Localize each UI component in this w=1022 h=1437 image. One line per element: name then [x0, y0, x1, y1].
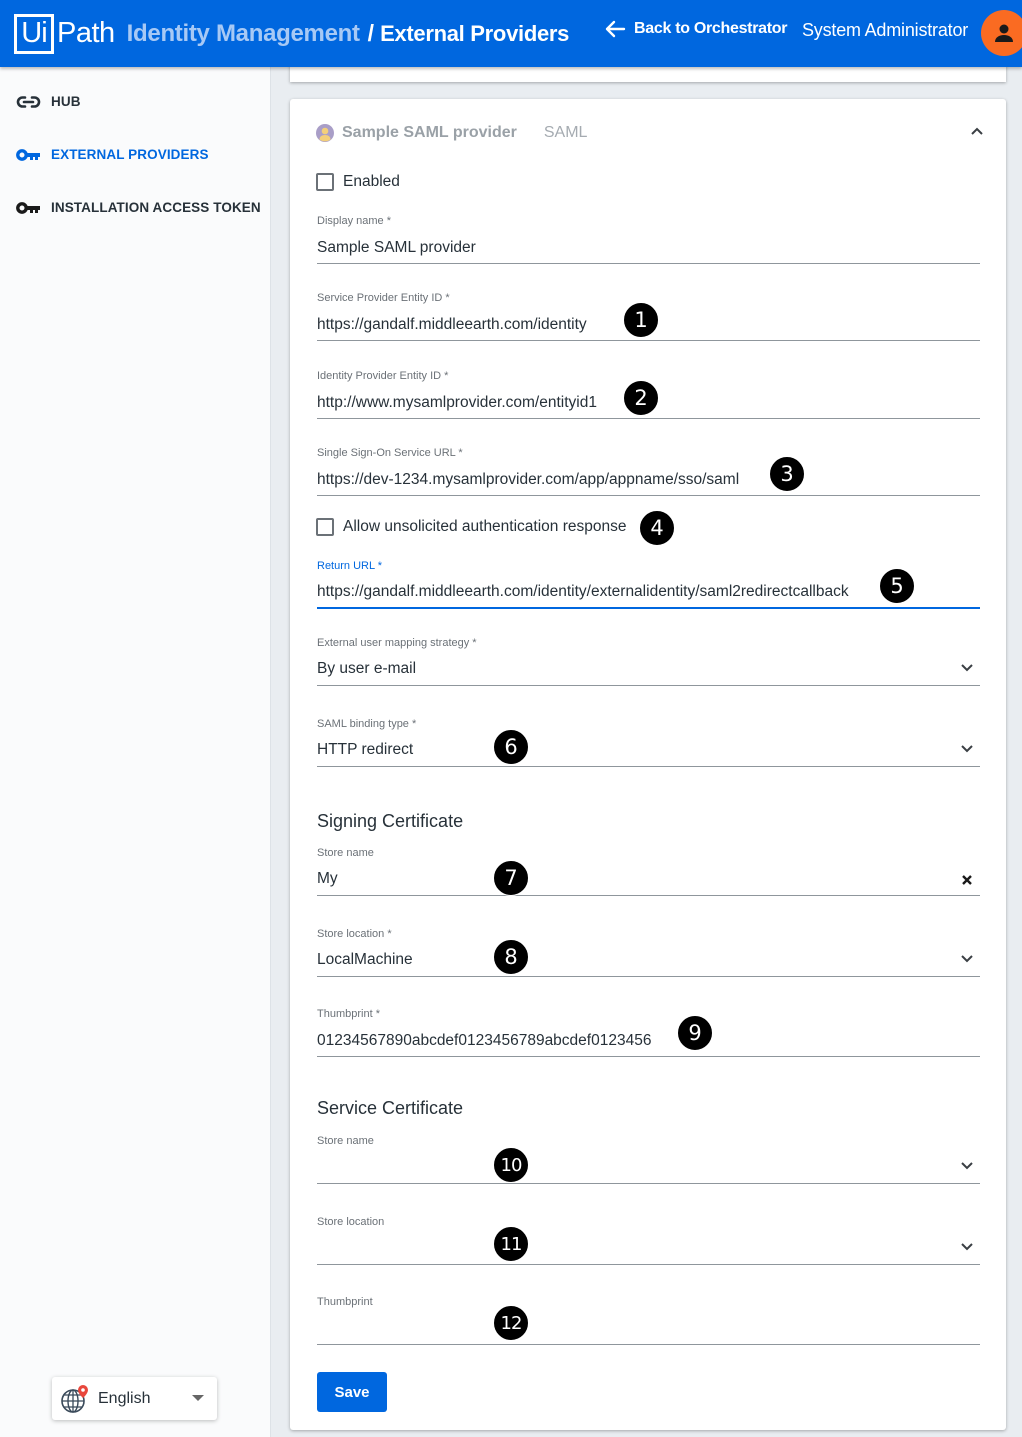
mapping-strategy-label: External user mapping strategy *	[317, 637, 477, 649]
service-store-name-select[interactable]	[317, 1155, 980, 1184]
top-bar: Ui Path Identity Management / External P…	[0, 0, 1022, 67]
signing-store-location-select[interactable]: LocalMachine	[317, 948, 980, 977]
signing-store-name-label: Store name	[317, 847, 374, 859]
breadcrumb-page: External Providers	[380, 20, 570, 46]
callout-marker-2: 2	[623, 380, 659, 416]
provider-type: SAML	[543, 124, 588, 141]
callout-marker-8: 8	[493, 939, 529, 975]
sidebar-item-label: INSTALLATION ACCESS TOKEN	[51, 200, 261, 215]
enabled-checkbox[interactable]	[316, 173, 334, 191]
sidebar-item-installation-access-token[interactable]: INSTALLATION ACCESS TOKEN	[16, 200, 261, 215]
signing-store-name-select[interactable]: My	[317, 867, 980, 896]
display-name-input[interactable]	[317, 235, 980, 264]
mapping-strategy-select[interactable]: By user e-mail	[317, 657, 980, 686]
avatar[interactable]	[981, 10, 1022, 56]
service-store-location-select[interactable]	[317, 1236, 980, 1265]
service-certificate-title: Service Certificate	[317, 1098, 464, 1118]
sso-url-field: Single Sign-On Service URL *	[317, 447, 980, 496]
service-thumbprint-input[interactable]	[317, 1316, 980, 1345]
callout-marker-4: 4	[639, 510, 675, 546]
callout-marker-7: 7	[493, 860, 529, 896]
sidebar-item-label: HUB	[51, 94, 81, 109]
logo-path: Path	[57, 17, 115, 49]
key-icon	[16, 148, 40, 161]
callout-marker-12: 12	[493, 1305, 529, 1341]
sidebar-item-external-providers[interactable]: EXTERNAL PROVIDERS	[16, 147, 209, 162]
language-label: English	[98, 1389, 151, 1407]
collapse-button[interactable]	[970, 123, 984, 141]
signing-thumbprint-label: Thumbprint *	[317, 1008, 380, 1020]
service-store-name-label: Store name	[317, 1135, 374, 1147]
service-store-location-field: Store location	[317, 1216, 980, 1265]
language-selector[interactable]: English	[52, 1377, 217, 1420]
unsolicited-checkbox-row[interactable]: Allow unsolicited authentication respons…	[316, 518, 626, 536]
user-name[interactable]: System Administrator	[802, 20, 968, 41]
provider-title: Sample SAML provider	[342, 124, 517, 141]
globe-icon	[61, 1384, 88, 1413]
signing-store-location-field: Store location * LocalMachine	[317, 928, 980, 977]
callout-marker-10: 10	[493, 1147, 529, 1183]
service-thumbprint-field: Thumbprint	[317, 1296, 980, 1345]
provider-avatar-icon	[316, 124, 334, 142]
callout-marker-1: 1	[623, 302, 659, 338]
sidebar-item-label: EXTERNAL PROVIDERS	[51, 147, 209, 162]
signing-store-location-value: LocalMachine	[317, 951, 413, 968]
return-url-label: Return URL *	[317, 560, 383, 572]
breadcrumb-separator: /	[367, 20, 375, 46]
chevron-down-icon	[961, 664, 973, 672]
signing-thumbprint-field: Thumbprint *	[317, 1008, 980, 1057]
sidebar-item-hub[interactable]: HUB	[16, 94, 81, 109]
signing-certificate-title: Signing Certificate	[317, 811, 464, 831]
back-label: Back to Orchestrator	[634, 20, 788, 37]
user-icon	[995, 24, 1013, 42]
save-button[interactable]: Save	[317, 1372, 387, 1412]
link-icon	[16, 95, 41, 108]
unsolicited-checkbox[interactable]	[316, 518, 334, 536]
enabled-checkbox-row[interactable]: Enabled	[316, 173, 400, 191]
service-store-location-label: Store location	[317, 1216, 385, 1228]
callout-marker-9: 9	[677, 1015, 713, 1051]
binding-type-field: SAML binding type * HTTP redirect	[317, 718, 980, 767]
sso-url-label: Single Sign-On Service URL *	[317, 447, 463, 459]
sidebar: HUB EXTERNAL PROVIDERS INSTALLATION ACCE…	[0, 67, 271, 1437]
signing-store-location-label: Store location *	[317, 928, 392, 940]
unsolicited-label: Allow unsolicited authentication respons…	[343, 518, 627, 535]
mapping-strategy-value: By user e-mail	[317, 660, 417, 677]
uipath-logo[interactable]: Ui Path	[14, 13, 115, 54]
saml-provider-card: Sample SAML provider SAML Enabled Displa…	[290, 99, 1006, 1430]
chevron-down-icon	[961, 745, 973, 753]
arrow-left-icon	[605, 20, 626, 38]
display-name-label: Display name *	[317, 215, 391, 227]
caret-down-icon	[192, 1395, 204, 1401]
signing-store-name-value: My	[317, 870, 338, 887]
enabled-label: Enabled	[343, 173, 400, 190]
logo-ui: Ui	[14, 13, 54, 54]
callout-marker-3: 3	[769, 456, 805, 492]
signing-store-name-field: Store name My	[317, 847, 980, 896]
display-name-field: Display name *	[317, 215, 980, 264]
binding-type-select[interactable]: HTTP redirect	[317, 738, 980, 767]
callout-marker-6: 6	[493, 729, 529, 765]
chevron-down-icon	[961, 1162, 973, 1170]
sso-url-input[interactable]	[317, 467, 980, 496]
service-thumbprint-label: Thumbprint	[317, 1296, 373, 1308]
callout-marker-5: 5	[879, 568, 915, 604]
card-header[interactable]: Sample SAML provider SAML	[316, 124, 587, 142]
binding-type-label: SAML binding type *	[317, 718, 417, 730]
service-store-name-field: Store name	[317, 1135, 980, 1184]
chevron-down-icon	[961, 955, 973, 963]
binding-type-value: HTTP redirect	[317, 741, 414, 758]
clear-icon[interactable]	[961, 874, 973, 886]
mapping-strategy-field: External user mapping strategy * By user…	[317, 637, 980, 686]
signing-thumbprint-input[interactable]	[317, 1028, 980, 1057]
key-icon	[16, 201, 40, 214]
chevron-down-icon	[961, 1243, 973, 1251]
callout-marker-11: 11	[493, 1226, 529, 1262]
back-to-orchestrator-link[interactable]: Back to Orchestrator	[604, 20, 787, 38]
chevron-up-icon	[971, 127, 983, 135]
breadcrumb-app[interactable]: Identity Management	[127, 20, 360, 48]
